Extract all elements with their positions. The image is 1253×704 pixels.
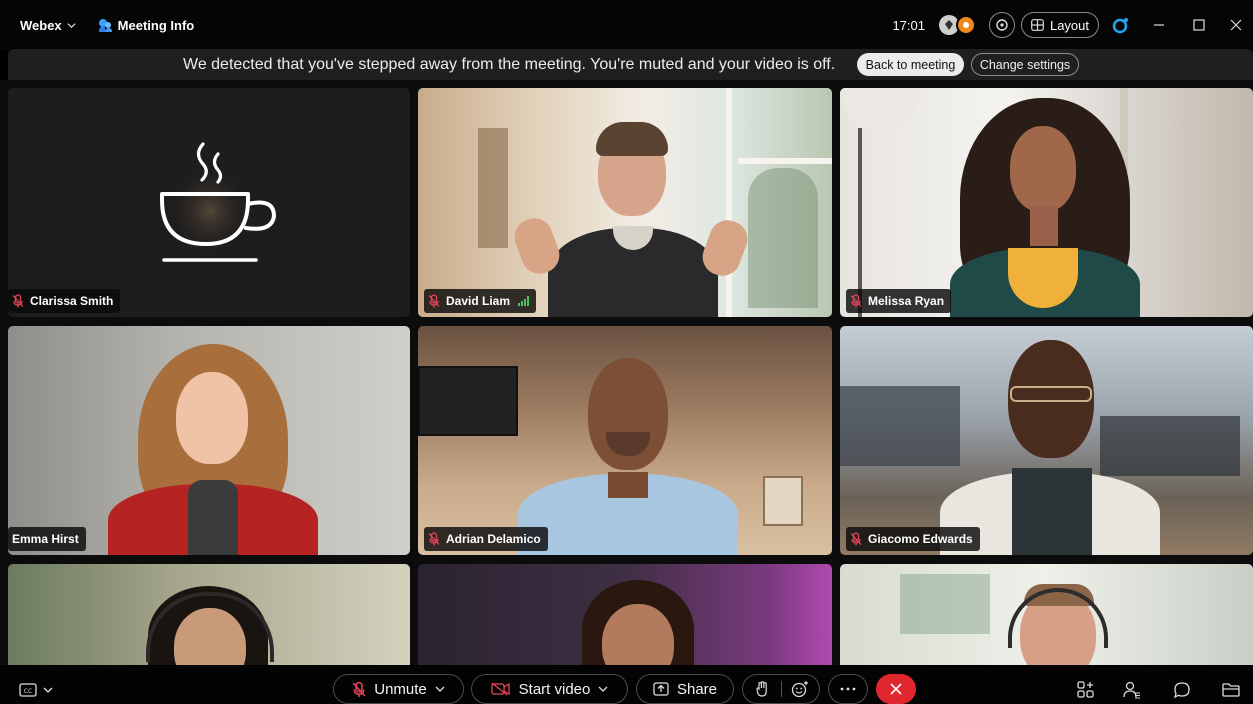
unmute-label: Unmute [374,680,427,698]
webex-logo-icon[interactable] [1111,15,1131,35]
share-button[interactable]: Share [636,674,734,704]
mic-off-icon [352,681,366,697]
reactions-icon[interactable] [782,680,818,698]
search-icon[interactable] [989,12,1015,38]
chevron-down-icon [435,686,445,692]
apps-icon[interactable] [1074,678,1098,702]
participant-tile[interactable] [8,564,410,665]
participant-tile[interactable]: Emma Hirst [8,326,410,555]
participant-name-tag: David Liam [424,289,537,313]
mic-off-icon [850,294,862,308]
participant-name-tag: Adrian Delamico [424,527,548,551]
signal-icon [518,296,530,306]
video-off-icon [490,682,510,696]
participant-name: Melissa Ryan [868,294,945,308]
participant-video [930,340,1170,555]
webex-meeting-icon [98,18,112,32]
close-icon[interactable] [1219,0,1253,50]
reactions-group [742,674,820,704]
webex-menu[interactable]: Webex [20,18,76,33]
chat-icon[interactable] [1170,678,1194,702]
clock: 17:01 [892,17,925,33]
captions-button[interactable]: CC [14,678,58,702]
folder-icon[interactable] [1219,678,1243,702]
coffee-cup-icon [160,142,277,262]
participant-name-tag: Clarissa Smith [8,289,121,313]
raise-hand-icon[interactable] [745,681,781,697]
chevron-down-icon [598,686,608,692]
layout-label: Layout [1049,17,1090,33]
participant-tile[interactable]: Giacomo Edwards [840,326,1253,555]
share-icon [653,682,669,696]
participant-name: David Liam [446,294,511,308]
back-to-meeting-button[interactable]: Back to meeting [857,53,964,76]
participant-video [568,580,708,665]
participant-video [509,108,753,317]
layout-icon [1031,19,1044,31]
participant-tile[interactable] [840,564,1253,665]
more-button[interactable] [828,674,868,704]
away-message: We detected that you've stepped away fro… [183,55,836,73]
participants-icon[interactable] [1120,678,1144,702]
end-call-button[interactable] [876,674,916,704]
meeting-info-button[interactable]: Meeting Info [98,17,195,33]
mic-off-icon [428,294,440,308]
mic-off-icon [428,532,440,546]
captions-icon: CC [19,683,37,697]
participant-tile[interactable]: Adrian Delamico [418,326,832,555]
participant-tile[interactable]: Clarissa Smith [8,88,410,317]
unmute-button[interactable]: Unmute [333,674,464,704]
minimize-icon[interactable] [1139,0,1179,50]
layout-button[interactable]: Layout [1021,12,1099,38]
meeting-info-label: Meeting Info [117,17,195,33]
participant-name: Giacomo Edwards [868,532,973,546]
chevron-down-icon [43,687,53,693]
participant-tile[interactable]: David Liam [418,88,832,317]
mic-off-icon [12,294,24,308]
change-settings-button[interactable]: Change settings [971,53,1079,76]
participant-name: Emma Hirst [12,532,79,546]
svg-text:CC: CC [24,688,32,695]
participant-video [990,578,1130,665]
start-video-button[interactable]: Start video [471,674,628,704]
participant-name: Adrian Delamico [446,532,541,546]
participant-tile[interactable] [418,564,832,665]
participant-name-tag: Giacomo Edwards [846,527,980,551]
mic-off-icon [850,532,862,546]
participant-video [108,344,318,555]
video-grid: Clarissa Smith David Liam Melissa Ryan E… [0,80,1253,665]
participant-video [138,578,288,665]
maximize-icon[interactable] [1179,0,1219,50]
participant-name: Clarissa Smith [30,294,114,308]
meeting-toolbar: CC Unmute Start video Share [0,666,1253,704]
title-bar: Webex Meeting Info 17:01 Layout [0,0,1253,50]
start-video-label: Start video [518,680,591,698]
share-label: Share [676,680,718,698]
app-name: Webex [20,17,62,33]
more-icon [840,687,856,691]
away-banner: We detected that you've stepped away fro… [8,49,1253,80]
end-call-icon [890,683,902,695]
participant-video [518,354,738,555]
participant-video [940,98,1160,317]
participant-name-tag: Emma Hirst [8,527,86,551]
presence-icon[interactable] [939,15,977,35]
participant-tile[interactable]: Melissa Ryan [840,88,1253,317]
participant-name-tag: Melissa Ryan [846,289,952,313]
chevron-down-icon [67,22,76,28]
